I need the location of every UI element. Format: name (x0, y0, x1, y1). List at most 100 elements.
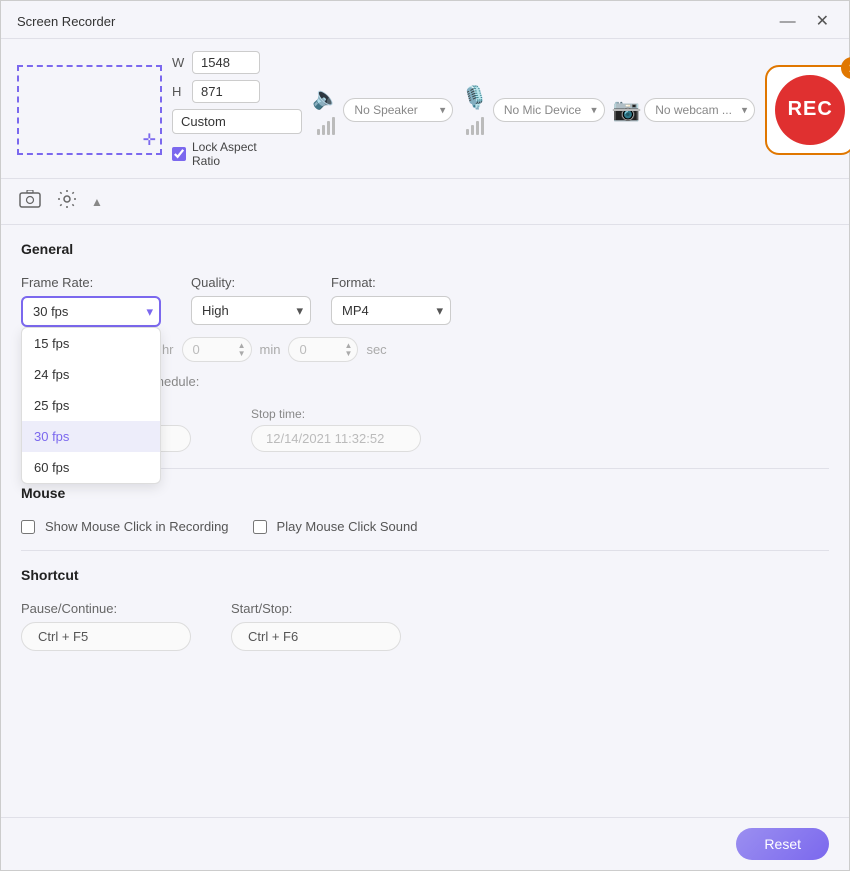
title-bar-controls: — ✕ (776, 12, 833, 32)
top-section: ✛ W H Custom Full Screen Lock AspectRati… (1, 39, 849, 179)
webcam-select[interactable]: No webcam ... (644, 98, 755, 122)
reset-button[interactable]: Reset (736, 828, 829, 860)
stop-time-label: Stop time: (251, 407, 421, 421)
height-row: H (172, 80, 302, 103)
lock-aspect-label: Lock AspectRatio (192, 140, 257, 168)
lock-row: Lock AspectRatio (172, 140, 302, 168)
screen-recorder-window: Screen Recorder — ✕ ✛ W H Custom Full (0, 0, 850, 871)
general-section-title: General (21, 241, 829, 261)
shortcut-section-title: Shortcut (21, 567, 829, 587)
move-icon: ✛ (143, 133, 156, 149)
content-area: General Frame Rate: 30 fps 15 fps 24 fps… (1, 225, 849, 817)
mbar4 (481, 117, 484, 135)
mouse-checkbox-row: Show Mouse Click in Recording Play Mouse… (21, 519, 829, 534)
fps-option-15[interactable]: 15 fps (22, 328, 160, 359)
mbar3 (476, 121, 479, 135)
quality-label: Quality: (191, 275, 311, 290)
pause-group: Pause/Continue: (21, 601, 191, 651)
settings-icon-btn[interactable] (55, 187, 79, 216)
height-input[interactable] (192, 80, 260, 103)
mic-select-wrap: No Mic Device (493, 98, 605, 122)
quality-select-wrap: High Medium Low (191, 296, 311, 325)
width-input[interactable] (192, 51, 260, 74)
speaker-bars (317, 115, 335, 135)
sec-input-wrap: ▲ ▼ (288, 337, 358, 362)
play-click-label: Play Mouse Click Sound (277, 519, 418, 534)
mouse-section-title: Mouse (21, 485, 829, 505)
speaker-select-wrap: No Speaker (343, 98, 453, 122)
start-stop-label: Start/Stop: (231, 601, 401, 616)
bottom-bar: Reset (1, 817, 849, 870)
fps-option-30[interactable]: 30 fps (22, 421, 160, 452)
rec-button-wrap[interactable]: 1 REC (765, 65, 850, 155)
capture-area-preview[interactable]: ✛ (17, 65, 162, 155)
sec-unit: sec (366, 342, 386, 357)
start-stop-input[interactable] (231, 622, 401, 651)
format-select-wrap: MP4 MOV AVI (331, 296, 451, 325)
mic-icon-group: 🎙️ (461, 85, 488, 135)
sec-down-arrow[interactable]: ▼ (345, 350, 353, 358)
bar1 (317, 129, 320, 135)
min-unit: min (260, 342, 281, 357)
speaker-icon-group: 🔈 (312, 85, 339, 135)
bar3 (327, 121, 330, 135)
webcam-select-wrap: No webcam ... (644, 98, 755, 122)
min-input-wrap: ▲ ▼ (182, 337, 252, 362)
minimize-button[interactable]: — (776, 12, 800, 32)
general-form-row: Frame Rate: 30 fps 15 fps 24 fps 25 fps … (21, 275, 829, 327)
width-row: W (172, 51, 302, 74)
pause-label: Pause/Continue: (21, 601, 191, 616)
rec-button[interactable]: REC (775, 75, 845, 145)
show-click-label: Show Mouse Click in Recording (45, 519, 229, 534)
mic-bars (466, 115, 484, 135)
pause-input[interactable] (21, 622, 191, 651)
min-down-arrow[interactable]: ▼ (238, 350, 246, 358)
fps-option-24[interactable]: 24 fps (22, 359, 160, 390)
frame-rate-group: Frame Rate: 30 fps 15 fps 24 fps 25 fps … (21, 275, 161, 327)
close-button[interactable]: ✕ (812, 12, 833, 32)
divider-shortcut (21, 550, 829, 551)
webcam-icon-group: 📷 (613, 97, 640, 123)
lock-aspect-checkbox[interactable] (172, 147, 186, 161)
screenshot-icon-btn[interactable] (17, 188, 43, 215)
quality-group: Quality: High Medium Low (191, 275, 311, 325)
dimensions-panel: W H Custom Full Screen Lock AspectRatio (172, 51, 302, 168)
play-click-checkbox[interactable] (253, 520, 267, 534)
mbar1 (466, 129, 469, 135)
bar4 (332, 117, 335, 135)
quality-select[interactable]: High Medium Low (191, 296, 311, 325)
frame-rate-label: Frame Rate: (21, 275, 161, 290)
fps-option-60[interactable]: 60 fps (22, 452, 160, 483)
fps-select-wrap: 30 fps (21, 296, 161, 327)
height-label: H (172, 84, 186, 99)
preset-select[interactable]: Custom Full Screen (172, 109, 302, 134)
preset-row: Custom Full Screen (172, 109, 302, 134)
screenshot-icon (19, 190, 41, 208)
sec-spinner[interactable]: ▲ ▼ (345, 342, 353, 358)
stop-time-input[interactable] (251, 425, 421, 452)
speaker-group: 🔈 No Speaker (312, 85, 453, 135)
webcam-icon: 📷 (613, 97, 640, 123)
speaker-select[interactable]: No Speaker (343, 98, 453, 122)
start-stop-group: Start/Stop: (231, 601, 401, 651)
fps-select[interactable]: 30 fps (21, 296, 161, 327)
settings-expand-btn[interactable]: ▲ (91, 195, 103, 209)
stop-time-group: Stop time: (251, 407, 421, 452)
gear-icon (57, 189, 77, 209)
width-label: W (172, 55, 186, 70)
mic-icon: 🎙️ (461, 85, 488, 111)
mbar2 (471, 125, 474, 135)
fps-option-25[interactable]: 25 fps (22, 390, 160, 421)
settings-bar: ▲ (1, 179, 849, 225)
min-spinner[interactable]: ▲ ▼ (238, 342, 246, 358)
audio-devices: 🔈 No Speaker 🎙️ (312, 85, 755, 135)
speaker-icon: 🔈 (312, 85, 339, 111)
mic-select[interactable]: No Mic Device (493, 98, 605, 122)
title-bar: Screen Recorder — ✕ (1, 1, 849, 39)
mic-group: 🎙️ No Mic Device (461, 85, 604, 135)
show-click-checkbox[interactable] (21, 520, 35, 534)
format-select[interactable]: MP4 MOV AVI (331, 296, 451, 325)
format-group: Format: MP4 MOV AVI (331, 275, 451, 325)
fps-dropdown-list: 15 fps 24 fps 25 fps 30 fps 60 fps (21, 327, 161, 484)
format-label: Format: (331, 275, 451, 290)
